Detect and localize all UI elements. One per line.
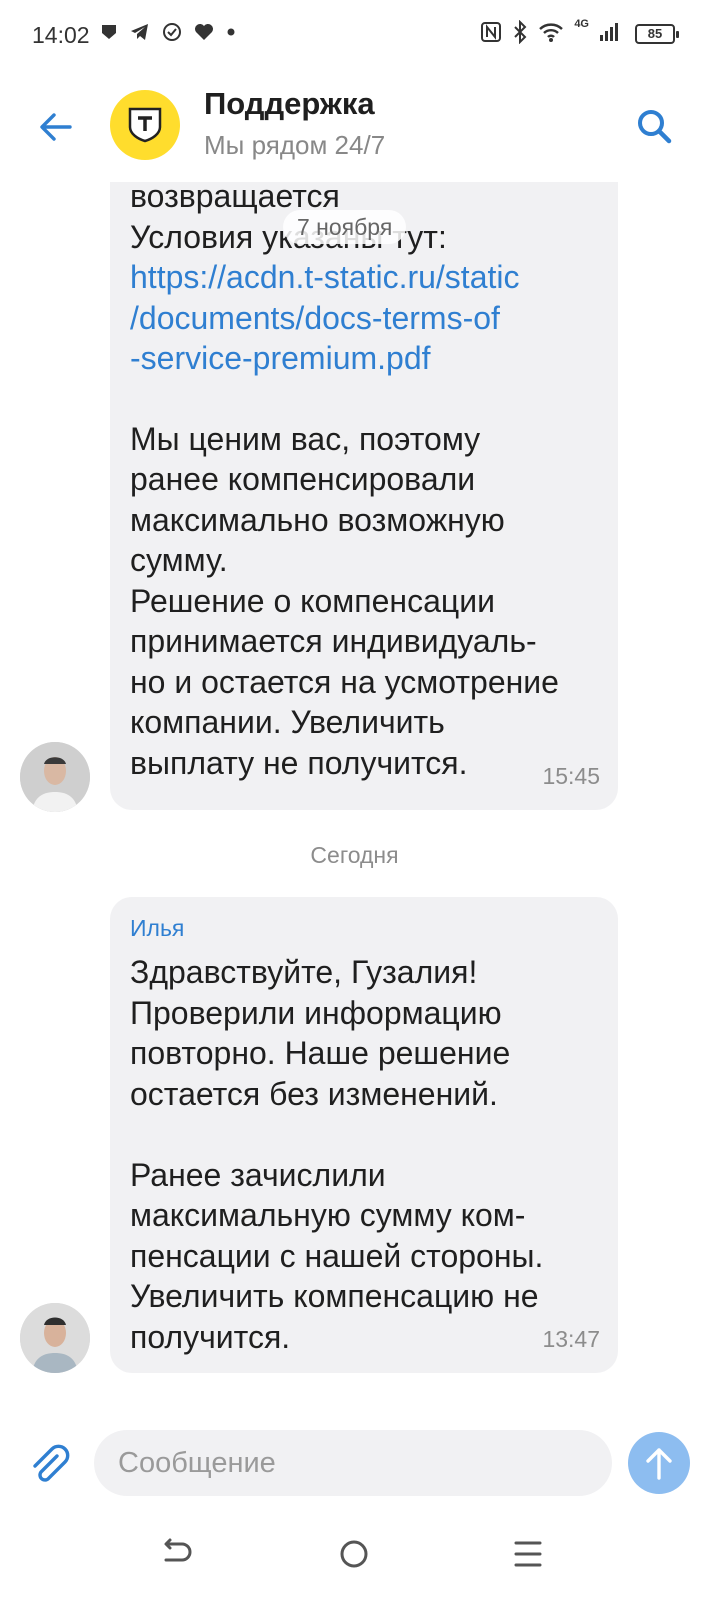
shield-notification-icon xyxy=(102,25,116,39)
date-separator: 7 ноября xyxy=(283,210,407,244)
attach-button[interactable] xyxy=(26,1442,72,1488)
composer xyxy=(0,1422,709,1512)
person-photo-icon xyxy=(20,1303,90,1373)
system-icons: 4G xyxy=(480,18,619,44)
network-type: 4G xyxy=(574,18,589,30)
message-bubble[interactable]: Илья Здравствуйте, Гузалия! Проверили ин… xyxy=(110,897,618,1373)
back-button[interactable] xyxy=(34,105,78,149)
notification-icons xyxy=(100,22,236,42)
arrow-up-icon xyxy=(646,1448,672,1480)
message-text: Мы ценим вас, поэтому ранее компенсирова… xyxy=(130,420,559,781)
signal-icon xyxy=(600,23,618,41)
nav-back-button[interactable] xyxy=(156,1534,196,1574)
system-nav-bar xyxy=(0,1512,709,1600)
dot-icon xyxy=(227,28,235,36)
message-list[interactable]: возвращается Условия указаны тут: https:… xyxy=(0,182,709,1422)
message-text: Здравствуйте, Гузалия! Проверили информа… xyxy=(130,954,544,1355)
heart-icon xyxy=(195,24,213,40)
shield-logo-icon xyxy=(128,107,162,143)
nav-home-button[interactable] xyxy=(334,1534,374,1574)
nfc-icon xyxy=(481,22,502,42)
paperclip-icon xyxy=(33,1444,70,1482)
bluetooth-icon xyxy=(514,20,527,44)
status-bar: 14:02 4G 85 xyxy=(0,0,709,72)
message-link[interactable]: https://acdn.t-static.ru/static /documen… xyxy=(130,257,600,379)
wifi-icon xyxy=(539,23,564,42)
day-separator: Сегодня xyxy=(310,842,399,868)
menu-icon xyxy=(514,1541,542,1567)
chat-subtitle: Мы рядом 24/7 xyxy=(204,130,386,160)
bank-logo-avatar[interactable] xyxy=(110,90,180,160)
telegram-icon xyxy=(131,24,148,40)
undo-arrow-icon xyxy=(164,1538,192,1562)
check-circle-icon xyxy=(163,23,181,41)
search-icon xyxy=(638,110,672,144)
battery-icon: 85 xyxy=(635,24,679,44)
message-input[interactable] xyxy=(94,1430,612,1496)
message-time: 15:45 xyxy=(542,763,600,789)
person-photo-icon xyxy=(20,742,90,812)
chat-title: Поддержка xyxy=(204,86,375,121)
circle-home-icon xyxy=(340,1540,368,1568)
avatar[interactable] xyxy=(20,1303,90,1373)
avatar[interactable] xyxy=(20,742,90,812)
chat-header: Поддержка Мы рядом 24/7 xyxy=(0,80,709,186)
message-time: 13:47 xyxy=(542,1326,600,1352)
arrow-left-icon xyxy=(40,113,72,141)
send-button[interactable] xyxy=(628,1432,690,1494)
nav-menu-button[interactable] xyxy=(508,1534,548,1574)
search-button[interactable] xyxy=(633,105,677,149)
status-time: 14:02 xyxy=(32,22,90,48)
message-author: Илья xyxy=(130,915,185,941)
message-bubble[interactable]: возвращается Условия указаны тут: https:… xyxy=(110,182,618,810)
terms-link[interactable]: https://acdn.t-static.ru/static /documen… xyxy=(130,259,519,376)
